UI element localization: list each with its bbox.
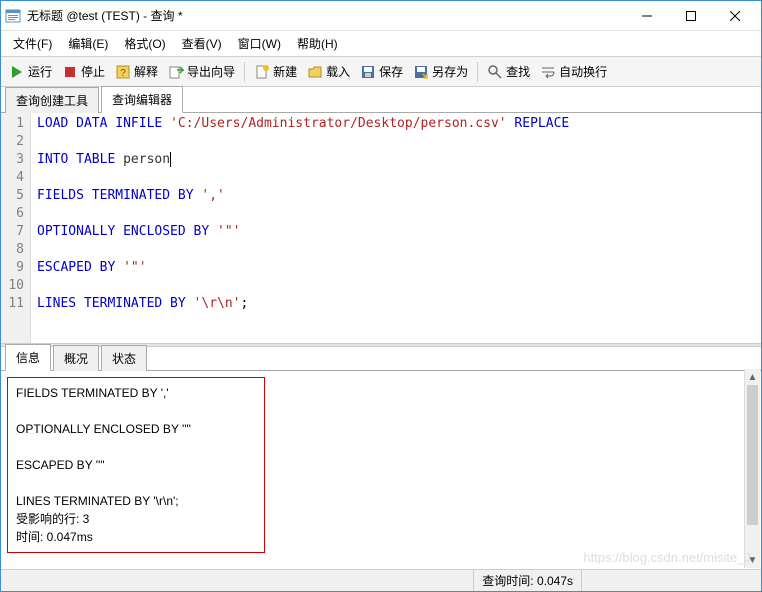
separator <box>477 62 478 82</box>
minimize-button[interactable] <box>625 2 669 30</box>
titlebar: 无标题 @test (TEST) - 查询 * <box>1 1 761 31</box>
load-icon <box>307 64 323 80</box>
tab-profile[interactable]: 概况 <box>53 345 99 371</box>
explain-button[interactable]: ? 解释 <box>111 60 162 83</box>
status-empty <box>581 570 761 591</box>
stop-label: 停止 <box>81 63 105 80</box>
svg-text:?: ? <box>120 68 126 79</box>
menu-help[interactable]: 帮助(H) <box>289 31 346 56</box>
scroll-down-icon[interactable]: ▼ <box>745 552 760 568</box>
stop-button[interactable]: 停止 <box>58 60 109 83</box>
new-button[interactable]: 新建 <box>250 60 301 83</box>
save-as-button[interactable]: 另存为 <box>409 60 472 83</box>
tab-info[interactable]: 信息 <box>5 344 51 371</box>
scroll-thumb[interactable] <box>747 385 758 525</box>
code-area[interactable]: LOAD DATA INFILE 'C:/Users/Administrator… <box>31 113 761 343</box>
editor-tabs: 查询创建工具 查询编辑器 <box>1 87 761 113</box>
vertical-scrollbar[interactable]: ▲ ▼ <box>744 369 760 568</box>
separator <box>244 62 245 82</box>
app-icon <box>5 8 21 24</box>
close-button[interactable] <box>713 2 757 30</box>
msg-affected-rows: 受影响的行: 3 <box>16 510 256 528</box>
message-box: FIELDS TERMINATED BY ',' OPTIONALLY ENCL… <box>7 377 265 553</box>
load-button[interactable]: 载入 <box>303 60 354 83</box>
toolbar: 运行 停止 ? 解释 导出向导 新建 载入 保存 另存为 查找 自动换行 <box>1 57 761 87</box>
msg-time: 时间: 0.047ms <box>16 528 256 546</box>
save-as-label: 另存为 <box>432 63 468 80</box>
search-icon <box>487 64 503 80</box>
run-label: 运行 <box>28 63 52 80</box>
load-label: 载入 <box>326 63 350 80</box>
export-icon <box>168 64 184 80</box>
play-icon <box>9 64 25 80</box>
stop-icon <box>62 64 78 80</box>
msg-line: OPTIONALLY ENCLOSED BY '"' <box>16 420 256 438</box>
code-editor[interactable]: 1 2 3 4 5 6 7 8 9 10 11 LOAD DATA INFILE… <box>1 113 761 343</box>
save-as-icon <box>413 64 429 80</box>
tab-query-builder[interactable]: 查询创建工具 <box>5 87 99 113</box>
wrap-icon <box>540 64 556 80</box>
wrap-label: 自动换行 <box>559 63 607 80</box>
menu-view[interactable]: 查看(V) <box>174 31 230 56</box>
find-button[interactable]: 查找 <box>483 60 534 83</box>
new-label: 新建 <box>273 63 297 80</box>
output-tabs: 信息 概况 状态 <box>1 347 761 371</box>
status-query-time: 查询时间: 0.047s <box>473 570 581 591</box>
export-wizard-button[interactable]: 导出向导 <box>164 60 239 83</box>
save-label: 保存 <box>379 63 403 80</box>
menu-window[interactable]: 窗口(W) <box>230 31 289 56</box>
explain-label: 解释 <box>134 63 158 80</box>
find-label: 查找 <box>506 63 530 80</box>
menu-edit[interactable]: 编辑(E) <box>60 31 116 56</box>
msg-line: ESCAPED BY '"' <box>16 456 256 474</box>
menu-file[interactable]: 文件(F) <box>5 31 60 56</box>
new-icon <box>254 64 270 80</box>
tab-status[interactable]: 状态 <box>101 345 147 371</box>
msg-line: FIELDS TERMINATED BY ',' <box>16 384 256 402</box>
menu-format[interactable]: 格式(O) <box>116 31 173 56</box>
scroll-up-icon[interactable]: ▲ <box>745 369 760 385</box>
line-gutter: 1 2 3 4 5 6 7 8 9 10 11 <box>1 113 31 343</box>
msg-line: LINES TERMINATED BY '\r\n'; <box>16 492 256 510</box>
wrap-button[interactable]: 自动换行 <box>536 60 611 83</box>
menubar: 文件(F) 编辑(E) 格式(O) 查看(V) 窗口(W) 帮助(H) <box>1 31 761 57</box>
save-icon <box>360 64 376 80</box>
lower-panel: 信息 概况 状态 FIELDS TERMINATED BY ',' OPTION… <box>1 347 761 569</box>
explain-icon: ? <box>115 64 131 80</box>
window-title: 无标题 @test (TEST) - 查询 * <box>27 7 625 24</box>
run-button[interactable]: 运行 <box>5 60 56 83</box>
message-area[interactable]: FIELDS TERMINATED BY ',' OPTIONALLY ENCL… <box>1 371 761 569</box>
maximize-button[interactable] <box>669 2 713 30</box>
save-button[interactable]: 保存 <box>356 60 407 83</box>
tab-query-editor[interactable]: 查询编辑器 <box>101 86 183 113</box>
statusbar: 查询时间: 0.047s <box>1 569 761 591</box>
export-label: 导出向导 <box>187 63 235 80</box>
text-cursor <box>170 152 171 167</box>
